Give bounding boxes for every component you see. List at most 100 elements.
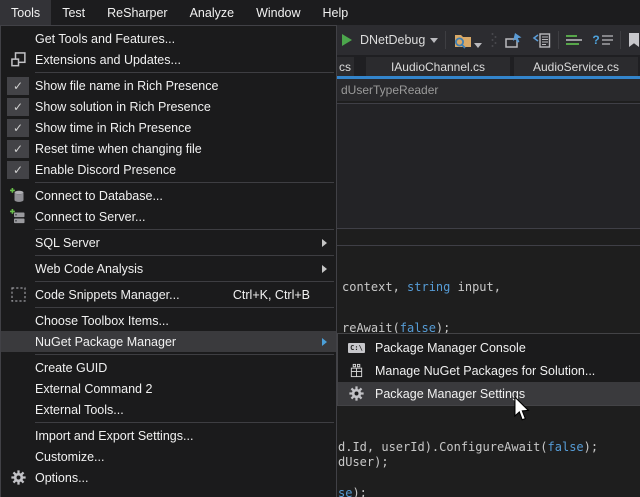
menu-item-label: Connect to Database... <box>35 189 336 203</box>
menu-item-label: Show time in Rich Presence <box>35 121 336 135</box>
submenu-item-label: Manage NuGet Packages for Solution... <box>375 364 595 378</box>
menubar-item-tools[interactable]: Tools <box>0 0 51 25</box>
document-tab-strip: cs IAudioChannel.csAudioService.cs <box>337 55 640 76</box>
menu-item-label: Choose Toolbox Items... <box>35 314 336 328</box>
menu-item-code-snippets-manager[interactable]: Code Snippets Manager...Ctrl+K, Ctrl+B <box>1 284 336 305</box>
checkmark-icon: ✓ <box>1 119 35 137</box>
menu-item-label: Web Code Analysis <box>35 262 336 276</box>
menu-item-label: Customize... <box>35 450 336 464</box>
breadcrumb-text: dUserTypeReader <box>341 83 438 97</box>
menu-separator <box>35 255 334 256</box>
submenu-item-package-manager-console[interactable]: C:\Package Manager Console <box>338 336 640 359</box>
submenu-item-label: Package Manager Settings <box>375 387 525 401</box>
menu-item-options[interactable]: Options... <box>1 467 336 488</box>
menu-separator <box>35 281 334 282</box>
menu-item-label: Show solution in Rich Presence <box>35 100 336 114</box>
navigate-to-window-icon[interactable] <box>505 33 524 48</box>
editor-divider <box>337 245 640 246</box>
start-debugging-icon[interactable] <box>341 33 353 47</box>
submenu-arrow-icon <box>322 239 327 247</box>
menu-item-connect-to-database[interactable]: Connect to Database... <box>1 185 336 206</box>
bookmark-icon[interactable] <box>628 33 640 48</box>
attach-to-process-icon[interactable] <box>453 32 473 49</box>
menu-item-label: Show file name in Rich Presence <box>35 79 336 93</box>
toolbar: DNetDebug ? <box>337 25 640 55</box>
console-icon: C:\ <box>338 343 375 353</box>
menu-separator <box>35 422 334 423</box>
tab-iaudiochannel-cs[interactable]: IAudioChannel.cs <box>366 57 510 76</box>
configuration-dropdown-chevron-icon[interactable] <box>430 38 438 43</box>
gear-icon <box>1 470 35 485</box>
tools-menu-panel: Get Tools and Features... Extensions and … <box>0 25 337 497</box>
menu-separator <box>35 307 334 308</box>
menu-item-label: NuGet Package Manager <box>35 335 336 349</box>
extensions-icon <box>1 52 35 67</box>
menu-item-shortcut: Ctrl+K, Ctrl+B <box>233 288 310 302</box>
nuget-package-manager-submenu: C:\Package Manager Console Manage NuGet P… <box>337 333 640 406</box>
code-line: se); <box>338 486 367 497</box>
menu-item-nuget-package-manager[interactable]: NuGet Package Manager <box>1 331 336 352</box>
menu-separator <box>35 182 334 183</box>
format-document-icon[interactable] <box>566 34 582 47</box>
menu-item-reset-time-when-changing-file[interactable]: ✓Reset time when changing file <box>1 138 336 159</box>
tab-cs[interactable]: cs <box>337 57 354 76</box>
menu-item-enable-discord-presence[interactable]: ✓Enable Discord Presence <box>1 159 336 180</box>
menubar-item-analyze[interactable]: Analyze <box>179 0 245 25</box>
menu-item-connect-to-server[interactable]: Connect to Server... <box>1 206 336 227</box>
menu-item-sql-server[interactable]: SQL Server <box>1 232 336 253</box>
solution-configuration-label[interactable]: DNetDebug <box>360 33 425 47</box>
menu-item-external-command-2[interactable]: External Command 2 <box>1 378 336 399</box>
menu-item-label: Code Snippets Manager... <box>35 288 233 302</box>
code-line: context, string input, <box>342 280 501 294</box>
tab-audioservice-cs[interactable]: AudioService.cs <box>514 57 638 76</box>
menubar-item-window[interactable]: Window <box>245 0 311 25</box>
menu-separator <box>35 72 334 73</box>
snippets-icon <box>1 287 35 302</box>
checkmark-icon: ✓ <box>1 161 35 179</box>
submenu-arrow-icon <box>322 338 327 346</box>
menu-separator <box>35 229 334 230</box>
checkmark-icon: ✓ <box>1 77 35 95</box>
toolbar-separator <box>620 31 621 49</box>
menu-item-show-file-name-in-rich-presence[interactable]: ✓Show file name in Rich Presence <box>1 75 336 96</box>
copy-document-icon[interactable] <box>532 33 551 48</box>
vs-window: ToolsTestReSharperAnalyzeWindowHelp DNet… <box>0 0 640 497</box>
attach-dropdown-chevron-icon[interactable] <box>474 43 482 48</box>
menu-item-label: SQL Server <box>35 236 336 250</box>
menu-item-label: External Tools... <box>35 403 336 417</box>
gear-icon <box>338 386 375 401</box>
editor-collapsed-region <box>337 103 640 229</box>
menu-item-import-and-export-settings[interactable]: Import and Export Settings... <box>1 425 336 446</box>
format-help-icon[interactable]: ? <box>592 33 612 47</box>
code-line: d.Id, userId).ConfigureAwait(false); <box>338 440 598 454</box>
menu-item-external-tools[interactable]: External Tools... <box>1 399 336 420</box>
server-icon <box>1 209 35 225</box>
menu-item-label: Connect to Server... <box>35 210 336 224</box>
submenu-item-label: Package Manager Console <box>375 341 526 355</box>
menu-item-show-solution-in-rich-presence[interactable]: ✓Show solution in Rich Presence <box>1 96 336 117</box>
editor-breadcrumb[interactable]: dUserTypeReader <box>337 79 640 101</box>
menu-item-label: Import and Export Settings... <box>35 429 336 443</box>
checkmark-icon: ✓ <box>1 98 35 116</box>
menu-item-label: Get Tools and Features... <box>35 32 336 46</box>
menu-item-get-tools-and-features[interactable]: Get Tools and Features... <box>1 28 336 49</box>
submenu-item-package-manager-settings[interactable]: Package Manager Settings <box>338 382 640 405</box>
menubar-item-test[interactable]: Test <box>51 0 96 25</box>
menu-item-label: External Command 2 <box>35 382 336 396</box>
menu-item-choose-toolbox-items[interactable]: Choose Toolbox Items... <box>1 310 336 331</box>
menubar-item-help[interactable]: Help <box>312 0 360 25</box>
submenu-item-manage-nuget-packages-for-solution[interactable]: Manage NuGet Packages for Solution... <box>338 359 640 382</box>
toolbar-separator <box>445 31 446 49</box>
mouse-cursor <box>513 396 530 422</box>
menu-item-show-time-in-rich-presence[interactable]: ✓Show time in Rich Presence <box>1 117 336 138</box>
menu-item-customize[interactable]: Customize... <box>1 446 336 467</box>
menubar-item-resharper[interactable]: ReSharper <box>96 0 178 25</box>
submenu-arrow-icon <box>322 265 327 273</box>
menu-item-extensions-and-updates[interactable]: Extensions and Updates... <box>1 49 336 70</box>
menu-item-label: Reset time when changing file <box>35 142 336 156</box>
menu-item-label: Enable Discord Presence <box>35 163 336 177</box>
menu-separator <box>35 354 334 355</box>
menu-item-create-guid[interactable]: Create GUID <box>1 357 336 378</box>
toolbar-grip-icon <box>491 32 497 48</box>
menu-item-web-code-analysis[interactable]: Web Code Analysis <box>1 258 336 279</box>
